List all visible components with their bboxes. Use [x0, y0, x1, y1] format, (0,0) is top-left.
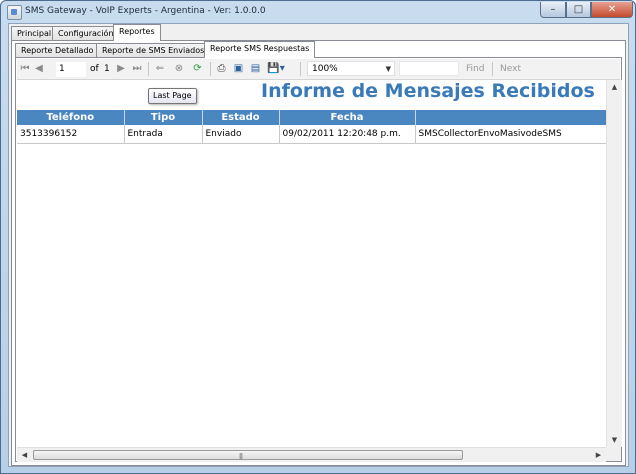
column-header-mensaje: Me — [415, 110, 606, 125]
last-page-icon[interactable]: ⏭ — [131, 62, 143, 76]
back-icon[interactable]: ⇐ — [154, 62, 166, 76]
report-table: Teléfono Tipo Estado Fecha Me 3513396152… — [17, 110, 606, 144]
window-title: SMS Gateway - VoIP Experts - Argentina -… — [25, 6, 266, 16]
first-page-icon[interactable]: ⏮ — [20, 62, 30, 76]
cell-fecha: 09/02/2011 12:20:48 p.m. — [279, 125, 416, 144]
page-total-label: 1 — [104, 64, 110, 74]
current-page-input[interactable]: 1 — [56, 62, 86, 77]
toolbar-separator — [210, 62, 211, 76]
horizontal-scroll-thumb[interactable]: ||| — [33, 450, 463, 460]
next-page-icon[interactable]: ▶ — [116, 62, 126, 76]
previous-page-icon[interactable]: ◀ — [34, 62, 44, 76]
horizontal-scrollbar[interactable]: ◀ ||| ▶ — [17, 447, 606, 462]
tab-configuracion[interactable]: Configuración — [52, 26, 120, 41]
find-link[interactable]: Find — [466, 62, 484, 76]
close-button[interactable]: ✕ — [591, 2, 633, 18]
print-icon[interactable]: ⎙ — [215, 62, 228, 76]
stop-icon[interactable]: ⊗ — [173, 62, 185, 76]
app-window: SMS Gateway - VoIP Experts - Argentina -… — [0, 0, 636, 474]
find-input[interactable] — [399, 61, 459, 76]
zoom-select[interactable]: 100% ▼ — [307, 61, 395, 76]
client-area: Principal Configuración Reportes Reporte… — [8, 23, 629, 467]
zoom-value: 100% — [312, 64, 338, 74]
column-header-tipo: Tipo — [124, 110, 203, 125]
page-of-label: of — [90, 64, 99, 74]
toolbar-separator — [148, 62, 149, 76]
maximize-button[interactable]: □ — [566, 2, 591, 18]
toolbar-separator — [300, 62, 301, 76]
tooltip: Last Page — [148, 88, 197, 104]
scroll-left-icon[interactable]: ◀ — [17, 448, 32, 462]
scroll-right-icon[interactable]: ▶ — [591, 448, 606, 462]
chevron-down-icon: ▼ — [385, 65, 391, 73]
report-toolbar: ⏮ ◀ 1 of 1 ▶ ⏭ ⇐ ⊗ ⟳ ⎙ ▣ ▤ 💾▾ 100% ▼ Fin… — [17, 59, 620, 80]
tab-reporte-sms-respuestas[interactable]: Reporte SMS Respuestas — [204, 41, 316, 58]
scroll-up-icon[interactable]: ▲ — [607, 80, 622, 94]
tab-principal[interactable]: Principal — [11, 26, 58, 41]
cell-estado: Enviado — [202, 125, 280, 144]
scroll-down-icon[interactable]: ▼ — [607, 433, 622, 447]
refresh-icon[interactable]: ⟳ — [191, 62, 204, 76]
maximize-icon: □ — [573, 4, 584, 15]
close-icon: ✕ — [607, 4, 617, 15]
table-row: 3513396152 Entrada Enviado 09/02/2011 12… — [17, 125, 606, 144]
vertical-scrollbar[interactable]: ▲ ▼ — [606, 80, 622, 447]
cell-tipo: Entrada — [124, 125, 203, 144]
minimize-button[interactable]: – — [540, 2, 566, 18]
cell-telefono: 3513396152 — [17, 125, 125, 144]
print-layout-icon[interactable]: ▣ — [232, 62, 245, 76]
minimize-icon: – — [550, 4, 556, 15]
column-header-telefono: Teléfono — [17, 110, 125, 125]
report-content: Last Page Informe de Mensajes Recibidos … — [17, 80, 606, 447]
tab-reporte-detallado[interactable]: Reporte Detallado — [15, 43, 100, 58]
column-header-fecha: Fecha — [279, 110, 416, 125]
scrollbar-corner — [606, 447, 621, 461]
export-icon[interactable]: 💾▾ — [267, 62, 285, 76]
table-header-row: Teléfono Tipo Estado Fecha Me — [17, 110, 606, 125]
report-viewer: ⏮ ◀ 1 of 1 ▶ ⏭ ⇐ ⊗ ⟳ ⎙ ▣ ▤ 💾▾ 100% ▼ Fin… — [15, 57, 622, 462]
grip-icon: ||| — [239, 453, 243, 460]
app-icon — [7, 5, 22, 20]
title-bar[interactable]: SMS Gateway - VoIP Experts - Argentina -… — [1, 1, 635, 23]
cell-mensaje: SMSCollectorEnvoMasivodeSMS — [415, 125, 606, 144]
column-header-estado: Estado — [202, 110, 280, 125]
tab-reporte-sms-enviados[interactable]: Reporte de SMS Enviados — [96, 43, 211, 58]
report-title: Informe de Mensajes Recibidos — [261, 80, 595, 102]
toolbar-separator — [492, 62, 493, 76]
tab-reportes[interactable]: Reportes — [113, 24, 161, 41]
reportes-panel: Reporte Detallado Reporte de SMS Enviado… — [11, 40, 626, 466]
next-link[interactable]: Next — [500, 62, 521, 76]
page-setup-icon[interactable]: ▤ — [249, 62, 262, 76]
